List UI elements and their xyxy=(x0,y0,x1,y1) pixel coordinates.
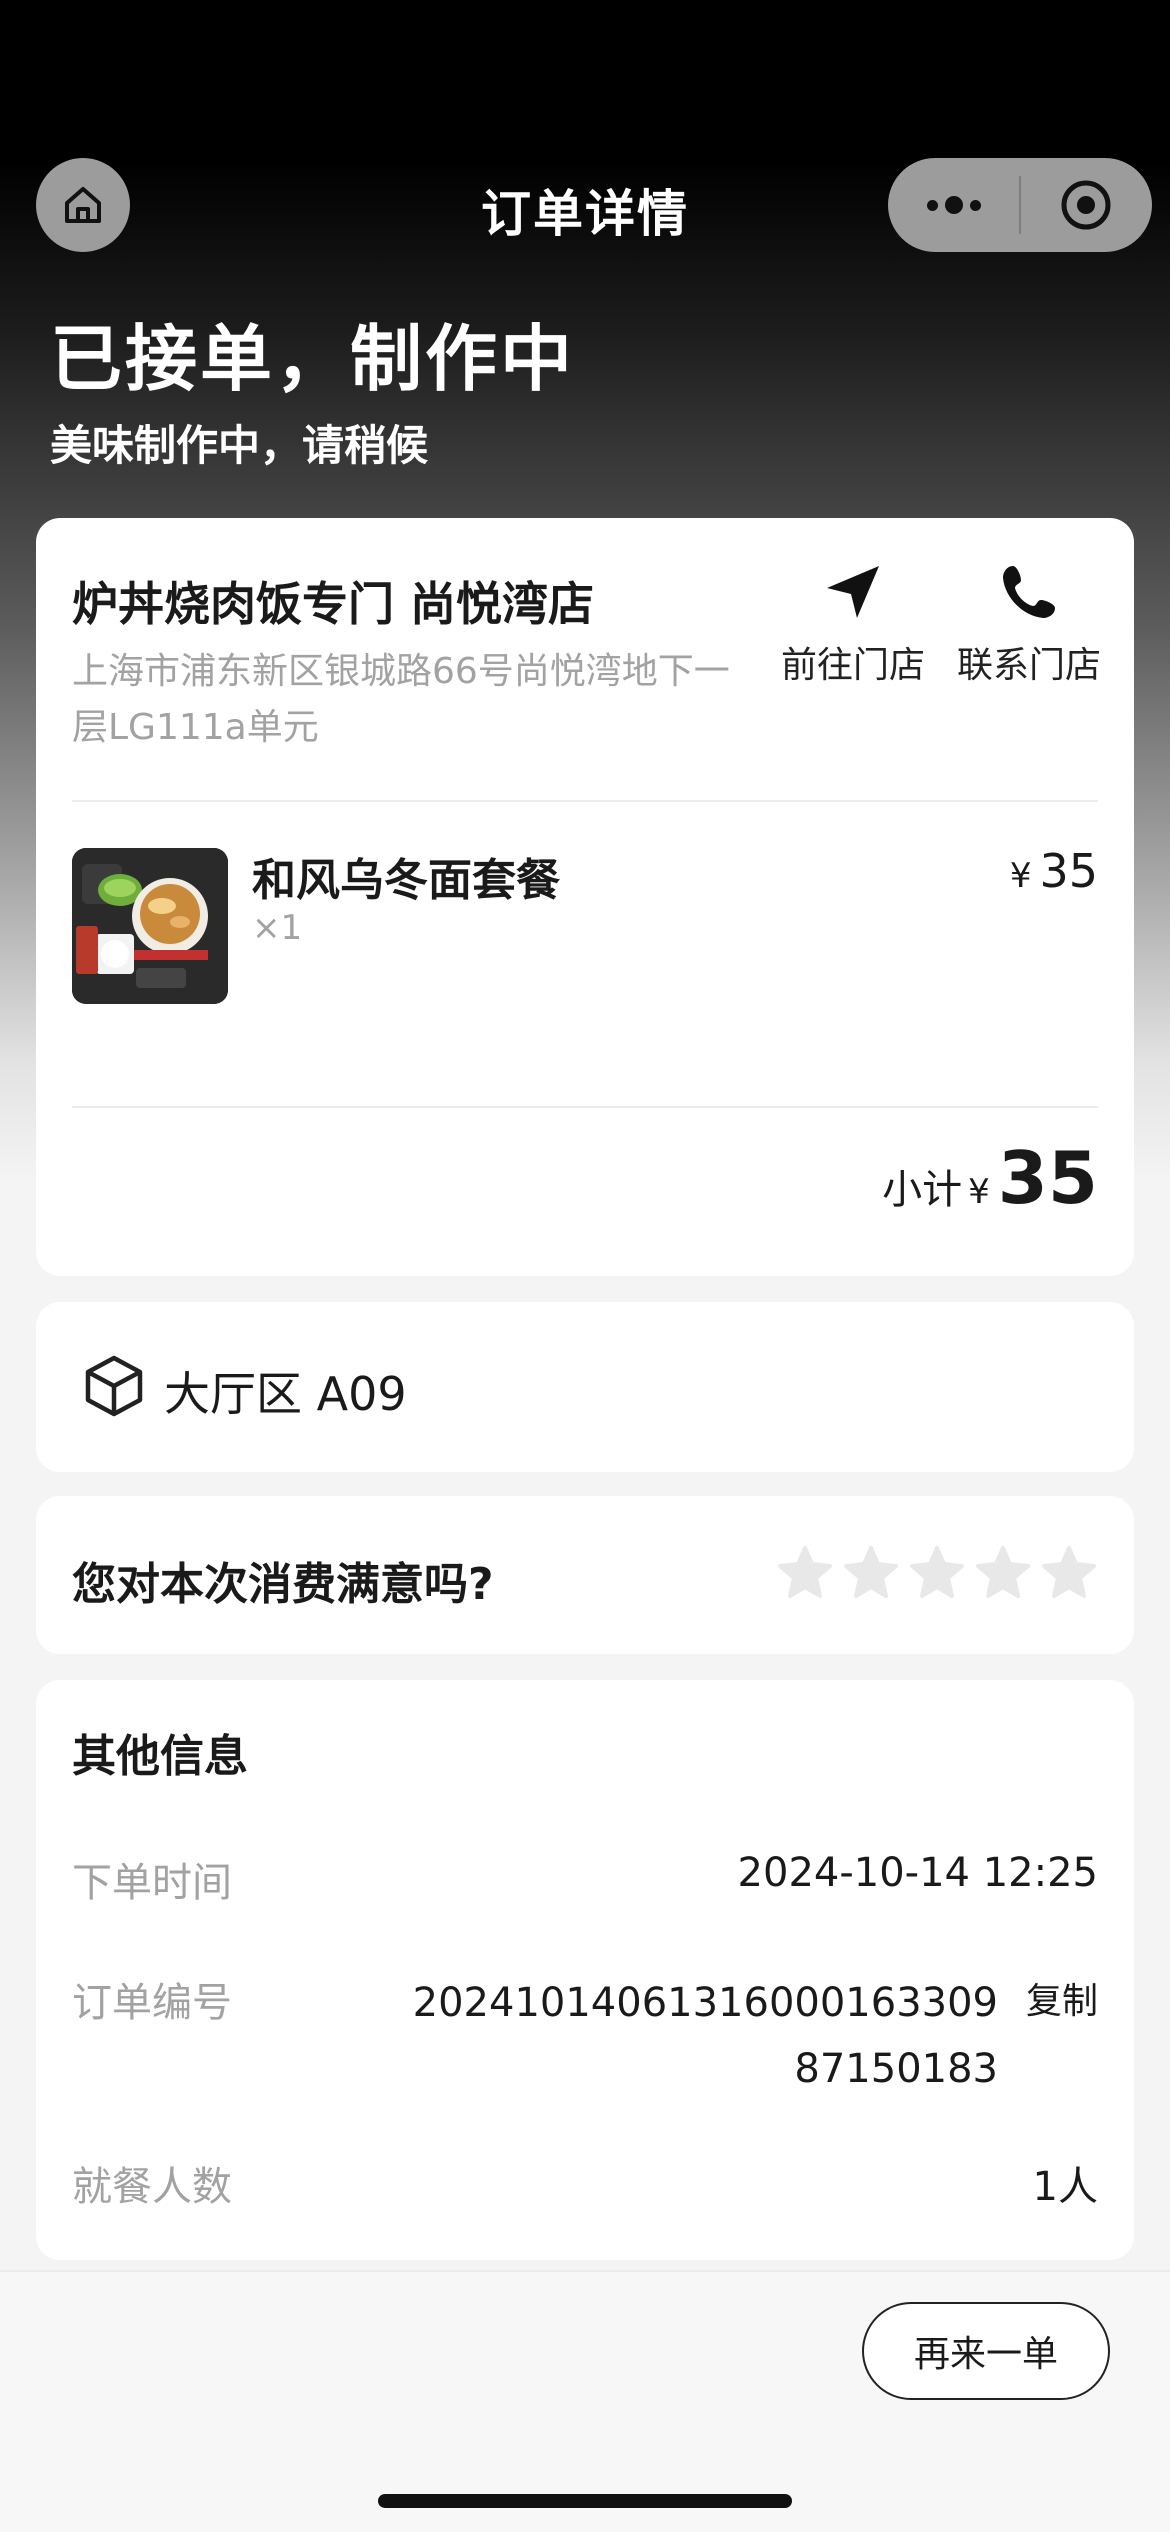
divider xyxy=(72,800,1098,802)
currency-symbol: ¥ xyxy=(968,1172,990,1212)
store-address: 上海市浦东新区银城路66号尚悦湾地下一层LG111a单元 xyxy=(72,651,730,748)
star-icon[interactable] xyxy=(842,1544,900,1602)
close-mini-program-button[interactable] xyxy=(1021,158,1152,252)
diners-label: 就餐人数 xyxy=(72,2164,232,2210)
navigate-label: 前往门店 xyxy=(780,645,925,686)
store-order-card: 炉丼烧肉饭专门 尚悦湾店 上海市浦东新区银城路66号尚悦湾地下一层LG111a单… xyxy=(36,518,1134,1276)
other-info-title: 其他信息 xyxy=(72,1731,248,1782)
order-status-subtitle: 美味制作中，请稍候 xyxy=(50,421,429,470)
more-icon xyxy=(926,196,981,214)
currency-symbol: ¥ xyxy=(1009,856,1032,896)
box-icon xyxy=(85,1355,143,1417)
home-indicator xyxy=(378,2494,792,2508)
diners-value: 1人 xyxy=(1032,2164,1098,2210)
rating-question: 您对本次消费满意吗? xyxy=(72,1559,494,1610)
bottom-action-bar: 再来一单 xyxy=(0,2270,1170,2532)
mini-program-capsule xyxy=(888,158,1152,252)
contact-label: 联系门店 xyxy=(956,645,1101,686)
dish-image xyxy=(72,848,228,1004)
subtotal-amount: 35 xyxy=(997,1136,1098,1220)
star-icon[interactable] xyxy=(776,1544,834,1602)
reorder-button[interactable]: 再来一单 xyxy=(862,2302,1110,2400)
divider xyxy=(72,1106,1098,1108)
more-button[interactable] xyxy=(888,158,1019,252)
star-icon[interactable] xyxy=(974,1544,1032,1602)
order-status-title: 已接单，制作中 xyxy=(50,317,576,401)
dish-quantity: ×1 xyxy=(252,908,303,948)
table-number: 大厅区 A09 xyxy=(164,1367,407,1421)
subtotal-label: 小计 xyxy=(882,1167,963,1213)
navigate-to-store-button[interactable]: 前往门店 xyxy=(768,562,938,688)
other-info-card: 其他信息 下单时间 2024-10-14 12:25 订单编号 20241014… xyxy=(36,1680,1134,2260)
table-number-card: 大厅区 A09 xyxy=(36,1302,1134,1472)
target-icon xyxy=(1061,180,1111,230)
order-number-label: 订单编号 xyxy=(72,1980,232,2026)
contact-store-button[interactable]: 联系门店 xyxy=(944,562,1114,688)
dish-name: 和风乌冬面套餐 xyxy=(252,855,560,906)
navigation-bar: 订单详情 xyxy=(0,150,1170,260)
star-rating xyxy=(776,1544,1098,1602)
order-number-value: 2024101406131600016330987150183 xyxy=(412,1980,998,2092)
dish-price: ¥35 xyxy=(1010,844,1098,898)
star-icon[interactable] xyxy=(908,1544,966,1602)
dish-price-value: 35 xyxy=(1039,844,1098,898)
order-time-label: 下单时间 xyxy=(72,1860,232,1906)
store-name: 炉丼烧肉饭专门 尚悦湾店 xyxy=(72,577,595,631)
phone-icon xyxy=(1003,566,1055,618)
copy-order-number-button[interactable]: 复制 xyxy=(1026,1972,1098,2024)
navigation-arrow-icon xyxy=(827,566,879,618)
rating-card: 您对本次消费满意吗? xyxy=(36,1496,1134,1654)
star-icon[interactable] xyxy=(1040,1544,1098,1602)
subtotal: 小计 ¥ 35 xyxy=(882,1136,1098,1220)
order-time-value: 2024-10-14 12:25 xyxy=(737,1850,1098,1896)
